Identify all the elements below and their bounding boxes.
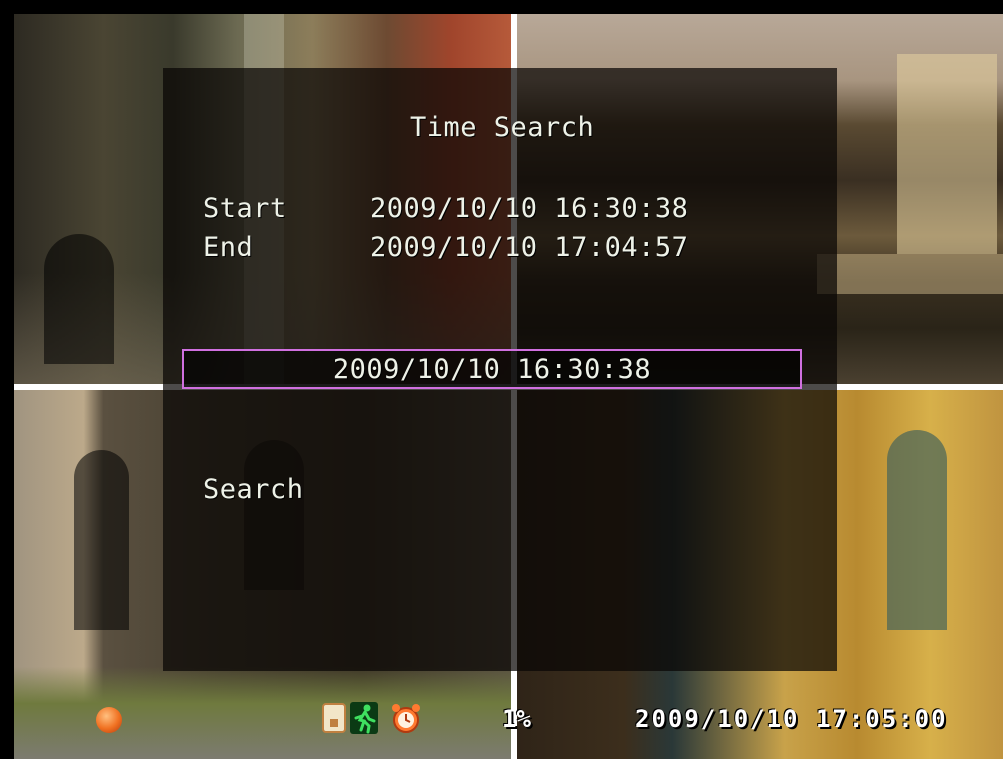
search-button[interactable]: Search	[203, 474, 304, 505]
start-value: 2009/10/10 16:30:38	[370, 193, 689, 224]
alarm-clock-icon	[392, 704, 420, 733]
doorway-shape	[74, 450, 129, 630]
system-clock: 2009/10/10 17:05:00	[635, 705, 948, 733]
door-shape	[887, 430, 947, 630]
motion-icon	[350, 702, 378, 734]
search-time-value: 2009/10/10 16:30:38	[332, 354, 652, 385]
arch-shape	[44, 234, 114, 364]
bridge-shape	[817, 254, 1003, 294]
end-value: 2009/10/10 17:04:57	[370, 232, 689, 263]
search-time-input[interactable]: 2009/10/10 16:30:38	[182, 349, 802, 389]
hdd-icon	[322, 703, 346, 733]
start-label: Start	[203, 193, 287, 224]
dialog-title: Time Search	[410, 112, 595, 143]
building-shape	[897, 54, 997, 254]
end-label: End	[203, 232, 254, 263]
disk-usage-percent: 1%	[502, 705, 531, 733]
dvr-screen: Time Search Start 2009/10/10 16:30:38 En…	[0, 0, 1003, 759]
record-status-icon	[96, 707, 122, 733]
